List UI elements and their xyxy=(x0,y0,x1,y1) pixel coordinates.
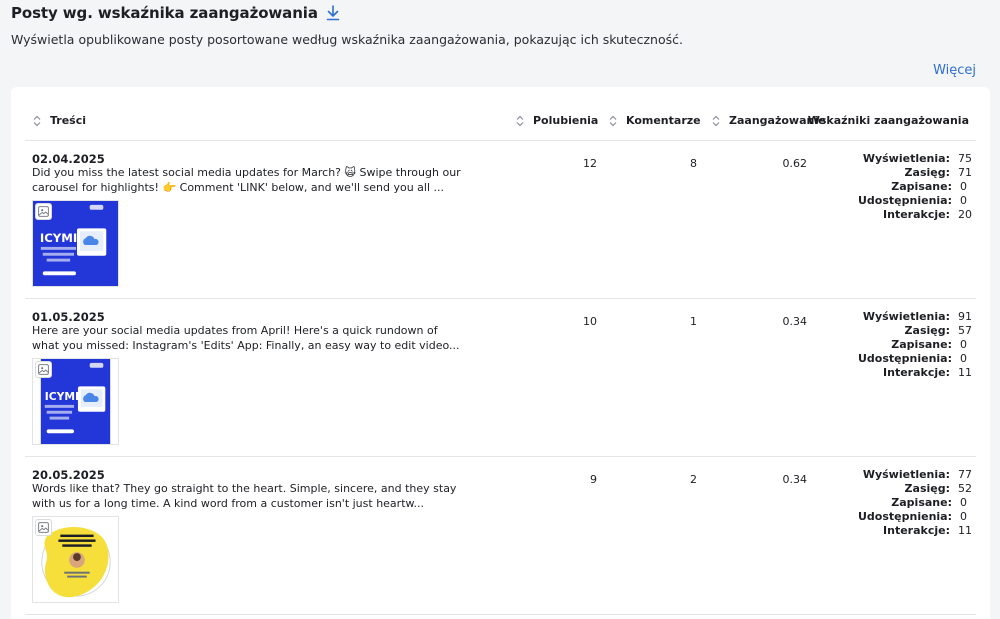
post-date: 02.04.2025 xyxy=(32,152,105,166)
post-thumbnail[interactable]: ICYMI xyxy=(32,200,119,287)
metric-label: Zapisane: xyxy=(891,180,952,193)
metric-value: 11 xyxy=(958,366,972,379)
metric-reach: Zasięg: 71 xyxy=(858,166,972,180)
metric-label: Zasięg: xyxy=(904,482,950,495)
likes-value: 12 xyxy=(583,157,597,170)
column-header-metrics: Wskaźniki zaangażowania xyxy=(808,114,969,127)
table-row[interactable]: 01.05.2025 Here are your social media up… xyxy=(25,299,976,457)
metric-label: Interakcje: xyxy=(883,366,950,379)
section-header: Posty wg. wskaźnika zaangażowania xyxy=(11,4,340,22)
metric-value: 0 xyxy=(960,194,967,207)
table-header: Treści Polubienia Komentarze Zaangażowan… xyxy=(25,105,976,141)
metric-label: Interakcje: xyxy=(883,524,950,537)
post-text: Did you miss the latest social media upd… xyxy=(32,166,461,194)
metric-value: 0 xyxy=(960,338,967,351)
image-icon xyxy=(35,203,52,220)
metric-value: 0 xyxy=(960,510,967,523)
likes-value: 9 xyxy=(590,473,597,486)
image-icon xyxy=(35,519,52,536)
post-date: 20.05.2025 xyxy=(32,468,105,482)
metric-value: 0 xyxy=(960,180,967,193)
comments-value: 8 xyxy=(690,157,697,170)
likes-value: 10 xyxy=(583,315,597,328)
metric-value: 20 xyxy=(958,208,972,221)
metric-label: Udostępnienia: xyxy=(858,194,952,207)
column-label: Polubienia xyxy=(533,114,599,127)
sort-icon[interactable] xyxy=(32,115,42,127)
metric-interactions: Interakcje: 11 xyxy=(858,524,972,538)
metric-label: Interakcje: xyxy=(883,208,950,221)
metric-saved: Zapisane: 0 xyxy=(858,180,972,194)
metric-value: 52 xyxy=(958,482,972,495)
metric-interactions: Interakcje: 20 xyxy=(858,208,972,222)
metric-label: Wyświetlenia: xyxy=(862,310,950,323)
metric-value: 75 xyxy=(958,152,972,165)
post-text: Words like that? They go straight to the… xyxy=(32,482,457,510)
metric-reach: Zasięg: 52 xyxy=(858,482,972,496)
column-label: Treści xyxy=(50,114,87,127)
comments-value: 2 xyxy=(690,473,697,486)
posts-table-card: Treści Polubienia Komentarze Zaangażowan… xyxy=(11,87,990,619)
svg-text:ICYMI: ICYMI xyxy=(40,231,77,245)
column-header-content[interactable]: Treści xyxy=(32,114,86,127)
column-label: Wskaźniki zaangażowania xyxy=(807,114,969,127)
metric-label: Zasięg: xyxy=(904,324,950,337)
post-thumbnail[interactable]: ICYMI xyxy=(32,358,119,445)
comments-value: 1 xyxy=(690,315,697,328)
sort-icon[interactable] xyxy=(711,115,721,127)
post-date: 01.05.2025 xyxy=(32,310,105,324)
metric-value: 11 xyxy=(958,524,972,537)
engagement-metrics: Wyświetlenia: 91 Zasięg: 57 Zapisane: 0 Udo… xyxy=(858,310,972,380)
download-icon[interactable] xyxy=(326,5,340,21)
page-subtitle: Wyświetla opublikowane posty posortowane… xyxy=(11,32,683,47)
metric-value: 71 xyxy=(958,166,972,179)
metric-label: Wyświetlenia: xyxy=(862,152,950,165)
svg-text:ICYMI: ICYMI xyxy=(45,390,79,403)
metric-value: 57 xyxy=(958,324,972,337)
engagement-value: 0.62 xyxy=(782,157,808,170)
sort-icon[interactable] xyxy=(608,115,618,127)
engagement-value: 0.34 xyxy=(782,315,808,328)
metric-saved: Zapisane: 0 xyxy=(858,338,972,352)
metric-value: 0 xyxy=(960,352,967,365)
metric-interactions: Interakcje: 11 xyxy=(858,366,972,380)
metric-shares: Udostępnienia: 0 xyxy=(858,194,972,208)
metric-value: 0 xyxy=(960,496,967,509)
metric-saved: Zapisane: 0 xyxy=(858,496,972,510)
post-thumbnail[interactable] xyxy=(32,516,119,603)
more-link[interactable]: Więcej xyxy=(933,63,976,78)
metric-reach: Zasięg: 57 xyxy=(858,324,972,338)
page-title: Posty wg. wskaźnika zaangażowania xyxy=(11,4,318,22)
sort-icon[interactable] xyxy=(515,115,525,127)
engagement-value: 0.34 xyxy=(782,473,808,486)
metric-label: Zapisane: xyxy=(891,338,952,351)
metric-label: Zasięg: xyxy=(904,166,950,179)
metric-label: Wyświetlenia: xyxy=(862,468,950,481)
column-header-comments[interactable]: Komentarze xyxy=(608,114,701,127)
metric-views: Wyświetlenia: 75 xyxy=(858,152,972,166)
table-row[interactable]: 02.04.2025 Did you miss the latest socia… xyxy=(25,141,976,299)
column-header-likes[interactable]: Polubienia xyxy=(515,114,598,127)
metric-value: 77 xyxy=(958,468,972,481)
engagement-metrics: Wyświetlenia: 75 Zasięg: 71 Zapisane: 0 Udo… xyxy=(858,152,972,222)
metric-label: Udostępnienia: xyxy=(858,510,952,523)
image-icon xyxy=(35,361,52,378)
metric-shares: Udostępnienia: 0 xyxy=(858,510,972,524)
metric-shares: Udostępnienia: 0 xyxy=(858,352,972,366)
engagement-metrics: Wyświetlenia: 77 Zasięg: 52 Zapisane: 0 Udo… xyxy=(858,468,972,538)
metric-views: Wyświetlenia: 77 xyxy=(858,468,972,482)
column-label: Komentarze xyxy=(626,114,701,127)
table-row[interactable]: 20.05.2025 Words like that? They go stra… xyxy=(25,457,976,615)
post-text: Here are your social media updates from … xyxy=(32,324,460,352)
metric-label: Udostępnienia: xyxy=(858,352,952,365)
metric-label: Zapisane: xyxy=(891,496,952,509)
metric-value: 91 xyxy=(958,310,972,323)
metric-views: Wyświetlenia: 91 xyxy=(858,310,972,324)
